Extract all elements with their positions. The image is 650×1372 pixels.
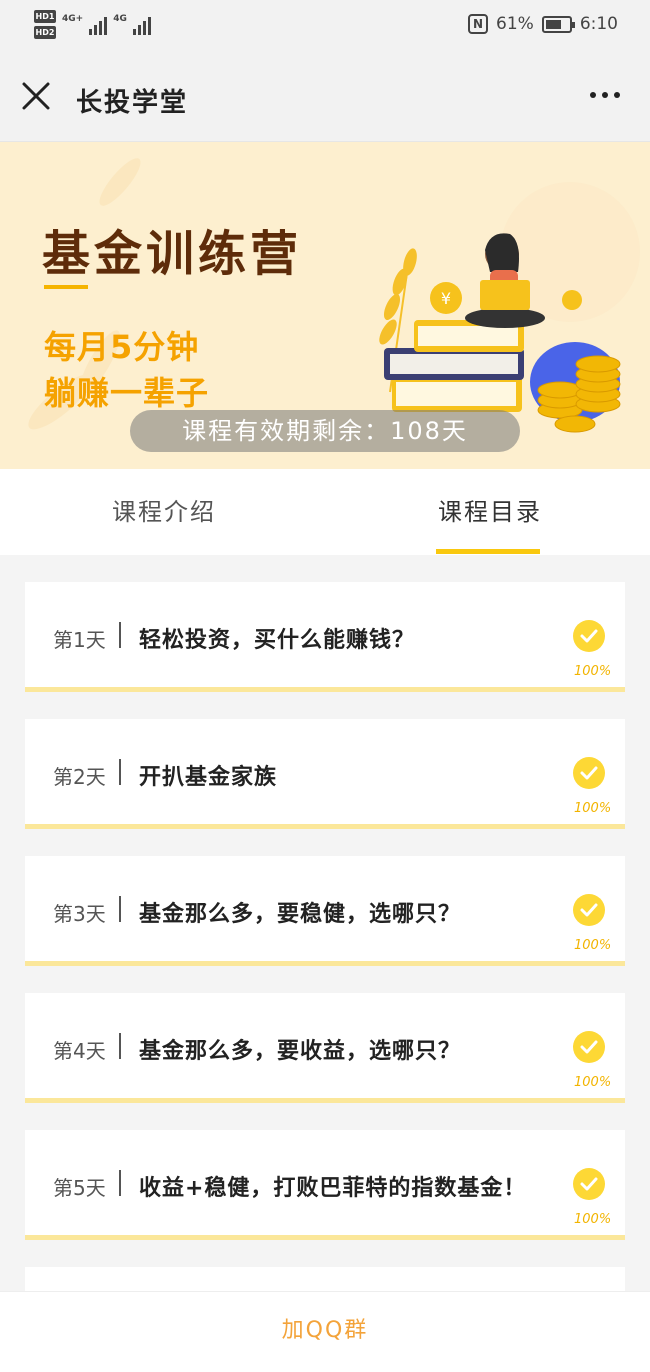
- clock: 6:10: [579, 14, 618, 34]
- lesson-card[interactable]: 第5天 收益+稳健，打败巴菲特的指数基金！ 100%: [25, 1130, 625, 1240]
- lesson-card[interactable]: 第3天 基金那么多，要稳健，选哪只？ 100%: [25, 856, 625, 966]
- nfc-icon: N: [468, 14, 489, 34]
- validity-text: 课程有效期剩余：108天: [182, 417, 468, 445]
- join-qq-group-button[interactable]: 加QQ群: [0, 1291, 650, 1372]
- lesson-progress: 100%: [574, 938, 612, 953]
- banner-title: 基金训练营: [42, 226, 303, 282]
- lesson-separator: [119, 896, 121, 922]
- active-tab-indicator: [436, 549, 540, 554]
- join-qq-group-label: 加QQ群: [281, 1318, 369, 1343]
- svg-text:¥: ¥: [441, 289, 451, 308]
- close-icon: [22, 82, 50, 110]
- lesson-progress: 100%: [574, 1212, 612, 1227]
- lesson-separator: [119, 1170, 121, 1196]
- signal-bars-icon: [132, 15, 151, 35]
- lesson-day: 第3天: [53, 902, 106, 926]
- network-type-2: 4G: [113, 13, 127, 24]
- lesson-card[interactable]: 第2天 开扒基金家族 100%: [25, 719, 625, 829]
- lesson-day: 第2天: [53, 765, 106, 789]
- lesson-title: 基金那么多，要稳健，选哪只？: [139, 902, 462, 927]
- more-options-button[interactable]: [590, 92, 620, 98]
- lesson-progress: 100%: [574, 801, 612, 816]
- signal-indicators: HD1 HD2 4G+ 4G: [34, 10, 151, 39]
- signal-bars-icon: [89, 15, 108, 35]
- lesson-day: 第1天: [53, 628, 106, 652]
- lesson-separator: [119, 1033, 121, 1059]
- lesson-progress: 100%: [574, 664, 612, 679]
- completed-check-icon: [573, 1031, 605, 1063]
- completed-check-icon: [573, 757, 605, 789]
- lesson-separator: [119, 759, 121, 785]
- lesson-card[interactable]: 第1天 轻松投资，买什么能赚钱？ 100%: [25, 582, 625, 692]
- hd2-icon: HD2: [34, 26, 56, 39]
- battery-icon: [541, 15, 575, 33]
- lesson-title: 收益+稳健，打败巴菲特的指数基金！: [139, 1176, 527, 1201]
- validity-badge: 课程有效期剩余：108天: [130, 410, 520, 452]
- banner-divider: [44, 285, 88, 289]
- banner-slogan-line1: 每月5分钟: [44, 328, 200, 366]
- lesson-card[interactable]: 第4天 基金那么多，要收益，选哪只？ 100%: [25, 993, 625, 1103]
- battery-percent: 61%: [496, 14, 534, 34]
- course-banner: ¥ 基金训练营 每月5分钟 躺赚一辈子 课程有效期剩余：108天: [0, 142, 650, 469]
- lesson-day: 第4天: [53, 1039, 106, 1063]
- close-button[interactable]: [20, 80, 52, 112]
- completed-check-icon: [573, 620, 605, 652]
- tab-course-catalog[interactable]: 课程目录: [438, 469, 542, 555]
- completed-check-icon: [573, 894, 605, 926]
- lesson-title: 轻松投资，买什么能赚钱？: [139, 628, 416, 653]
- network-type-1: 4G+: [62, 13, 84, 24]
- completed-check-icon: [573, 1168, 605, 1200]
- tab-course-intro[interactable]: 课程介绍: [112, 469, 216, 555]
- lesson-title: 开扒基金家族: [139, 765, 278, 790]
- nav-bar: 长投学堂: [0, 56, 650, 142]
- status-right: N 61% 6:10: [468, 14, 618, 34]
- hd1-icon: HD1: [34, 10, 56, 23]
- more-dots-icon: [590, 92, 596, 98]
- lesson-day: 第5天: [53, 1176, 106, 1200]
- status-bar: HD1 HD2 4G+ 4G N 61% 6:10: [0, 0, 650, 56]
- lesson-progress: 100%: [574, 1075, 612, 1090]
- banner-slogan-line2: 躺赚一辈子: [44, 374, 210, 412]
- lesson-separator: [119, 622, 121, 648]
- course-tabs: 课程介绍 课程目录: [0, 469, 650, 555]
- lesson-title: 基金那么多，要收益，选哪只？: [139, 1039, 462, 1064]
- page-title: 长投学堂: [76, 88, 189, 118]
